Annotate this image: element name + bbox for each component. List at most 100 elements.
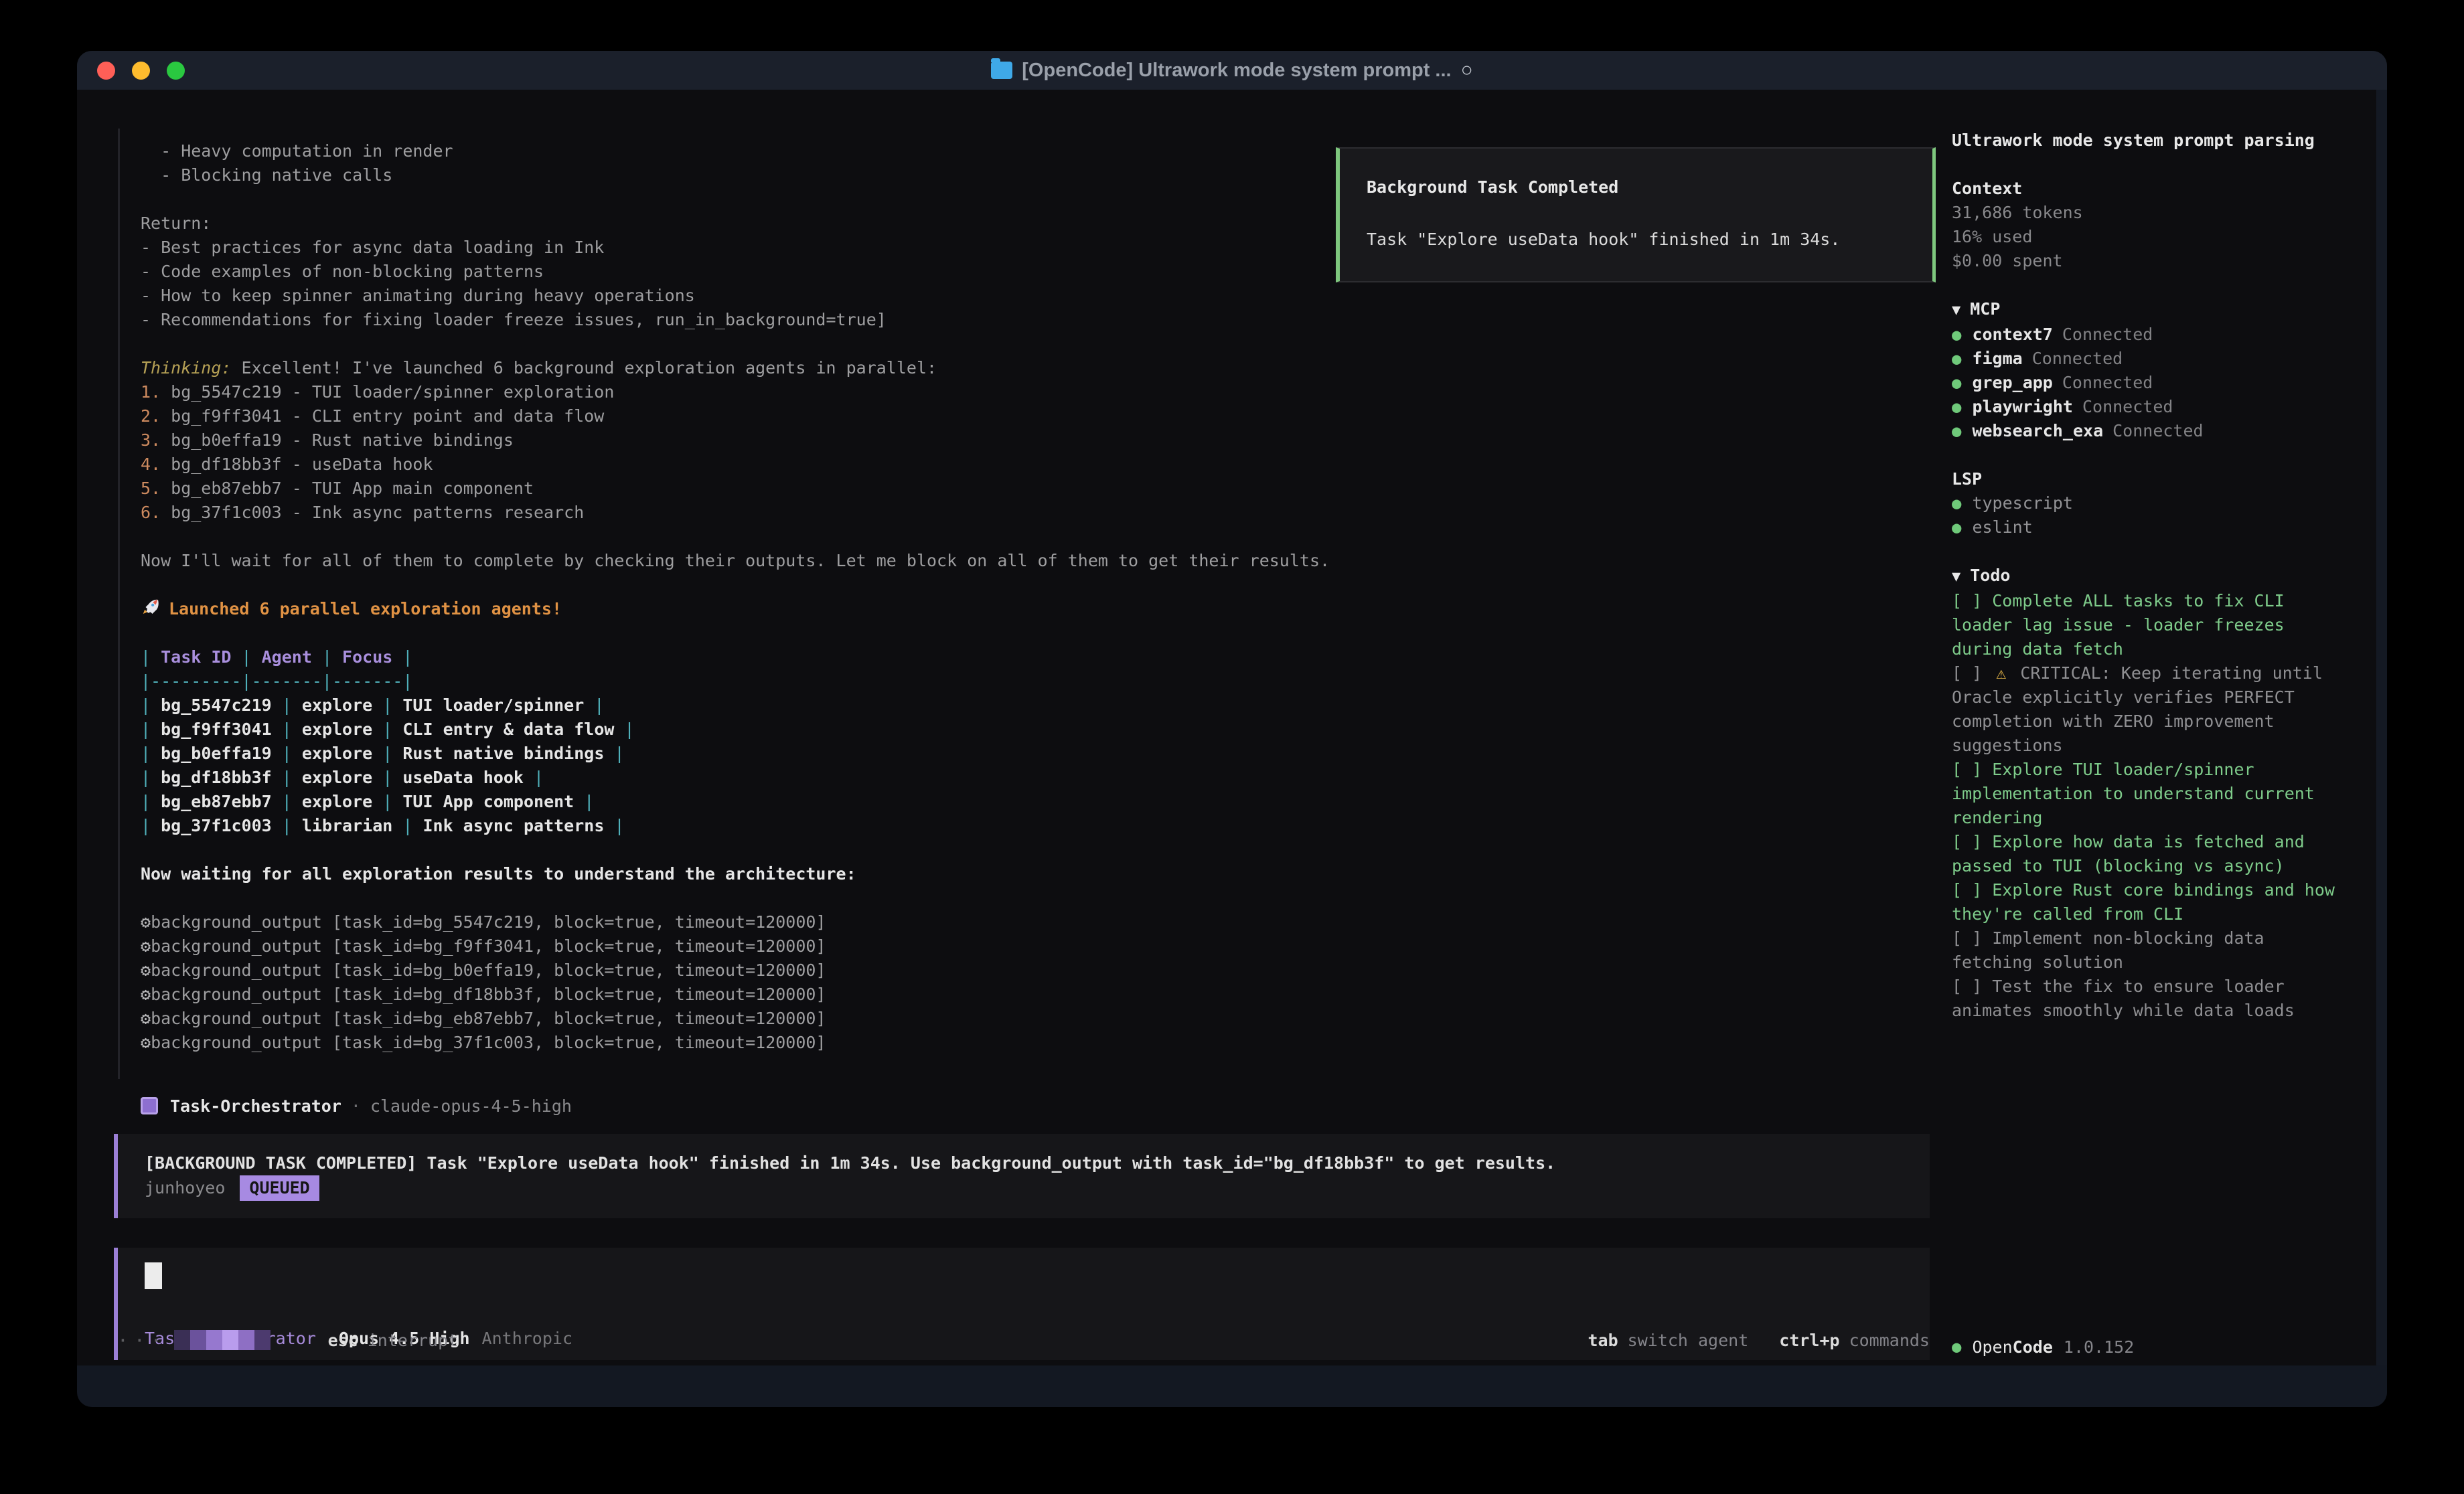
text-segment: - Recommendations for fixing loader free… [141,310,887,329]
text-segment: ⚙ [141,912,151,932]
text-segment: | [312,647,342,667]
todo-item: [ ] Implement non-blocking data fetching… [1952,926,2347,975]
transcript-line [141,332,1930,356]
todo-checkbox: [ ] [1952,832,1992,851]
transcript-line: Thinking: Excellent! I've launched 6 bac… [141,356,1930,380]
transcript-line: 6. bg_37f1c003 - Ink async patterns rese… [141,501,1930,525]
window-title: [OpenCode] Ultrawork mode system prompt … [1022,60,1451,82]
text-segment: ⚙ [141,985,151,1004]
ctrlp-action-label: commands [1849,1331,1930,1350]
text-segment: - Code examples of non-blocking patterns [141,262,544,281]
text-segment: | [141,695,161,715]
todo-heading[interactable]: ▼Todo [1952,564,2347,589]
text-segment: bg_eb87ebb7 - TUI App main component [171,479,534,498]
text-segment: bg_b0effa19 - Rust native bindings [171,430,514,450]
transcript-line: ⚙background_output [task_id=bg_df18bb3f,… [141,983,1930,1007]
window-bottom-edge [77,1365,2387,1407]
todo-checkbox: [ ] [1952,591,1992,610]
spinner-dots-icon: ··· [117,1329,167,1351]
background-task-toast[interactable]: Background Task Completed Task "Explore … [1336,147,1936,282]
app-name: Open [1972,1337,2012,1357]
transcript-line: 4. bg_df18bb3f - useData hook [141,452,1930,477]
transcript-line: ⚙background_output [task_id=bg_37f1c003,… [141,1031,1930,1055]
esc-action-label: interrupt [368,1331,458,1350]
transcript-line [141,573,1930,597]
traffic-lights [97,62,185,80]
todo-text: Explore Rust core bindings and how they'… [1952,880,2335,924]
text-segment: Now waiting for all exploration results … [141,864,856,884]
todo-section: ▼Todo [ ] Complete ALL tasks to fix CLI … [1952,564,2347,1023]
text-segment: bg_df18bb3f - useData hook [171,454,433,474]
todo-item: [ ] ⚠ CRITICAL: Keep iterating until Ora… [1952,661,2347,758]
agent-model: claude-opus-4-5-high [370,1096,572,1116]
text-segment: bg_f9ff3041 - CLI entry point and data f… [171,406,604,426]
text-segment: explore [302,695,372,715]
mcp-status: Connected [2112,421,2203,440]
scrollbar-track[interactable] [2376,90,2387,1407]
text-segment: bg_37f1c003 - Ink async patterns researc… [171,503,584,522]
text-segment: | [392,647,412,667]
transcript-line: | bg_5547c219 | explore | TUI loader/spi… [141,693,1930,718]
toast-title: Background Task Completed [1367,175,1906,199]
transcript-line: Now waiting for all exploration results … [141,862,1930,886]
spinner-block [206,1330,222,1350]
ctrlp-key-hint: ctrl+p [1779,1331,1839,1350]
chevron-down-icon[interactable]: ▼ [1952,568,1960,585]
todo-text: Explore how data is fetched and passed t… [1952,832,2305,876]
text-segment: ⚙ [141,1033,151,1052]
background-task-completed-panel: [BACKGROUND TASK COMPLETED] Task "Explor… [114,1134,1930,1218]
text-segment: | [141,647,161,667]
todo-text: Test the fix to ensure loader animates s… [1952,977,2295,1020]
mcp-status: Connected [2062,373,2153,392]
transcript-line: | bg_f9ff3041 | explore | CLI entry & da… [141,718,1930,742]
mcp-item: ●context7Connected [1952,323,2347,347]
todo-checkbox: [ ] [1952,928,1992,948]
text-segment: bg_b0effa19 [161,744,272,763]
todo-checkbox: [ ] [1952,760,1992,779]
text-segment: | [372,744,402,763]
mcp-status: Connected [2082,397,2173,416]
connected-dot-icon: ● [1952,349,1961,368]
zoom-window-button[interactable] [167,62,185,80]
window-titlebar[interactable]: [OpenCode] Ultrawork mode system prompt … [77,51,2387,90]
transcript-line: Now I'll wait for all of them to complet… [141,549,1930,573]
text-segment: Launched 6 parallel exploration agents! [169,599,562,618]
text-segment: 2. [141,406,171,426]
text-segment: Now I'll wait for all of them to complet… [141,551,1330,570]
text-segment: |---------|-------|-------| [141,671,412,691]
text-segment: | [604,744,624,763]
text-segment: | [141,792,161,811]
loading-indicator-icon: ○ [1461,59,1473,82]
tab-key-hint: tab [1588,1331,1618,1350]
transcript-line: ⚙background_output [task_id=bg_eb87ebb7,… [141,1007,1930,1031]
lsp-name: typescript [1972,493,2073,513]
mcp-heading[interactable]: ▼MCP [1952,297,2347,323]
text-segment: - Blocking native calls [141,165,392,185]
transcript-line [141,525,1930,549]
text-segment: background_output [task_id=bg_37f1c003, … [151,1033,826,1052]
text-segment: 5. [141,479,171,498]
close-window-button[interactable] [97,62,115,80]
transcript-line: - How to keep spinner animating during h… [141,284,1930,308]
text-segment: ⚙ [141,936,151,956]
connected-dot-icon: ● [1952,422,1961,440]
rocket-icon [141,597,161,617]
text-segment: explore [302,792,372,811]
conversation-pane: - Heavy computation in render - Blocking… [141,129,1930,1360]
text-segment: bg_eb87ebb7 [161,792,272,811]
todo-checkbox: [ ] [1952,663,1992,683]
text-segment: 1. [141,382,171,402]
text-segment: bg_5547c219 - TUI loader/spinner explora… [171,382,614,402]
lsp-section: LSP ●typescript●eslint [1952,467,2347,540]
todo-item: [ ] Explore how data is fetched and pass… [1952,830,2347,878]
transcript-line: | bg_df18bb3f | explore | useData hook | [141,766,1930,790]
chevron-down-icon[interactable]: ▼ [1952,302,1960,319]
todo-item: [ ] Test the fix to ensure loader animat… [1952,975,2347,1023]
text-segment: Focus [342,647,392,667]
transcript-line [141,838,1930,862]
transcript-line: Launched 6 parallel exploration agents! [141,597,1930,621]
minimize-window-button[interactable] [132,62,150,80]
transcript-line: - Recommendations for fixing loader free… [141,308,1930,332]
text-segment: | [272,768,302,787]
transcript-line: | bg_eb87ebb7 | explore | TUI App compon… [141,790,1930,814]
